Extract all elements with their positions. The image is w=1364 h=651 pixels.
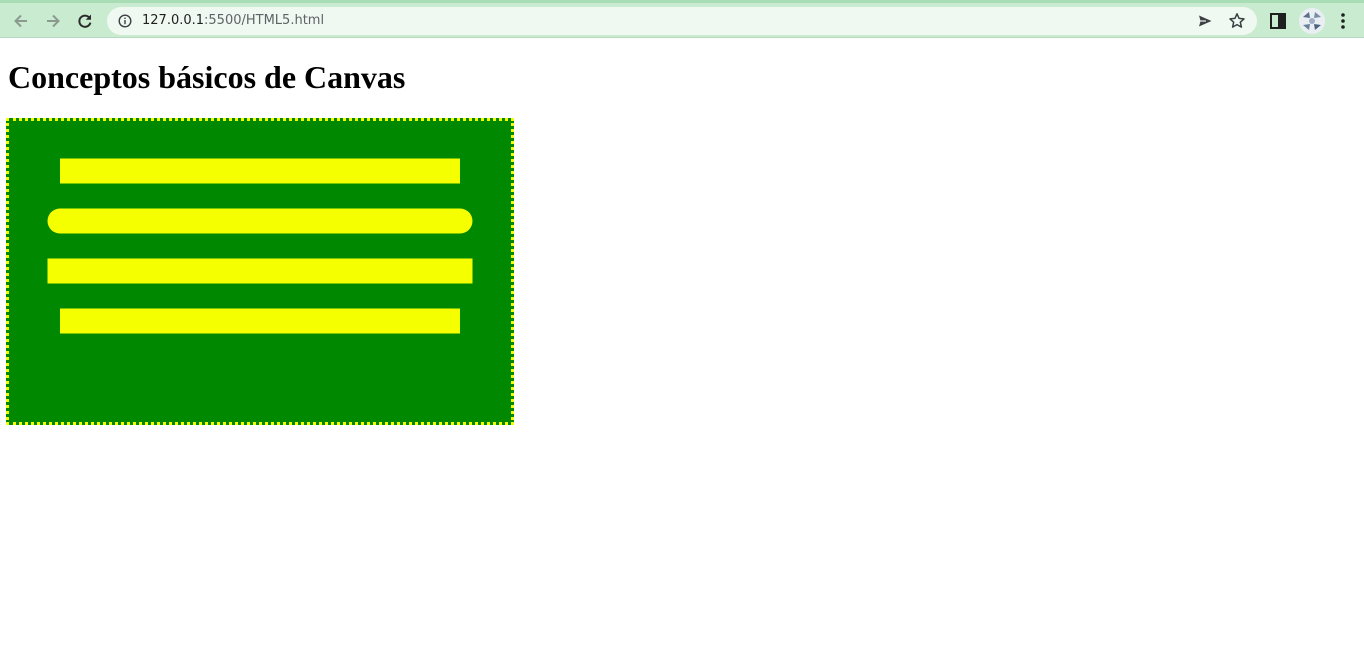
url-text[interactable]: 127.0.0.1:5500/HTML5.html [142, 7, 324, 35]
info-icon[interactable] [118, 14, 132, 28]
reload-icon [78, 14, 92, 28]
browser-toolbar: 127.0.0.1:5500/HTML5.html [0, 0, 1364, 37]
canvas [6, 118, 514, 425]
forward-button[interactable] [41, 9, 65, 33]
address-bar[interactable]: 127.0.0.1:5500/HTML5.html [107, 7, 1257, 35]
url-host: 127.0.0.1 [142, 13, 205, 28]
canvas-drawing [47, 158, 473, 334]
page-content: Conceptos básicos de Canvas [0, 38, 1364, 651]
avatar-image [1299, 8, 1325, 34]
page-title: Conceptos básicos de Canvas [8, 59, 406, 95]
profile-avatar[interactable] [1299, 8, 1325, 34]
star-icon[interactable] [1228, 12, 1246, 30]
send-icon[interactable] [1197, 13, 1213, 29]
back-button[interactable] [9, 9, 33, 33]
arrow-left-icon [14, 14, 27, 28]
url-path: :5500/HTML5.html [204, 13, 325, 28]
reload-button[interactable] [73, 9, 97, 33]
arrow-right-icon [47, 14, 60, 28]
side-panel-icon[interactable] [1268, 11, 1288, 31]
kebab-menu-icon[interactable] [1334, 11, 1352, 31]
